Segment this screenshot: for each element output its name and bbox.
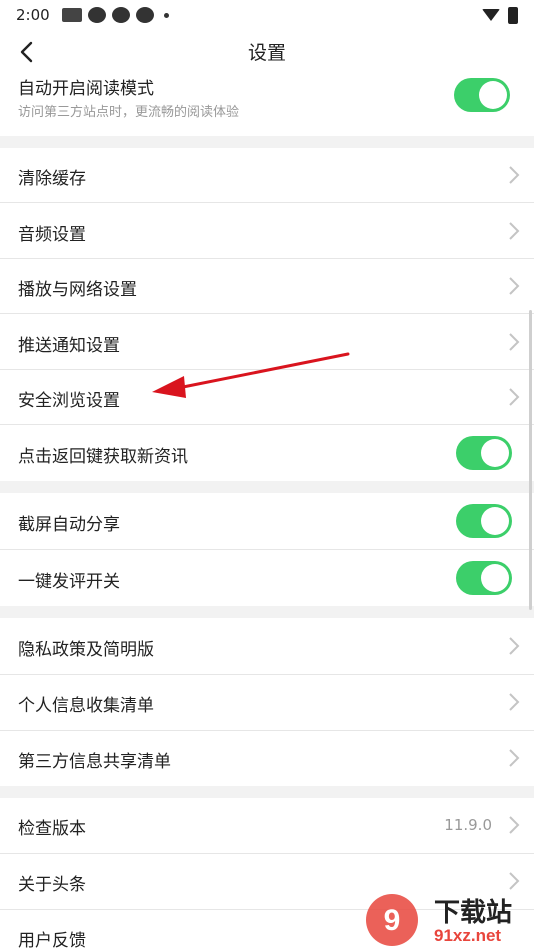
watermark-brand: 下载站 — [434, 898, 513, 928]
watermark-logo: 9 下载站 91xz.net — [362, 890, 532, 948]
svg-text:9: 9 — [384, 904, 401, 937]
annotation-arrow-icon — [152, 352, 350, 398]
watermark-domain: 91xz.net — [434, 926, 502, 945]
